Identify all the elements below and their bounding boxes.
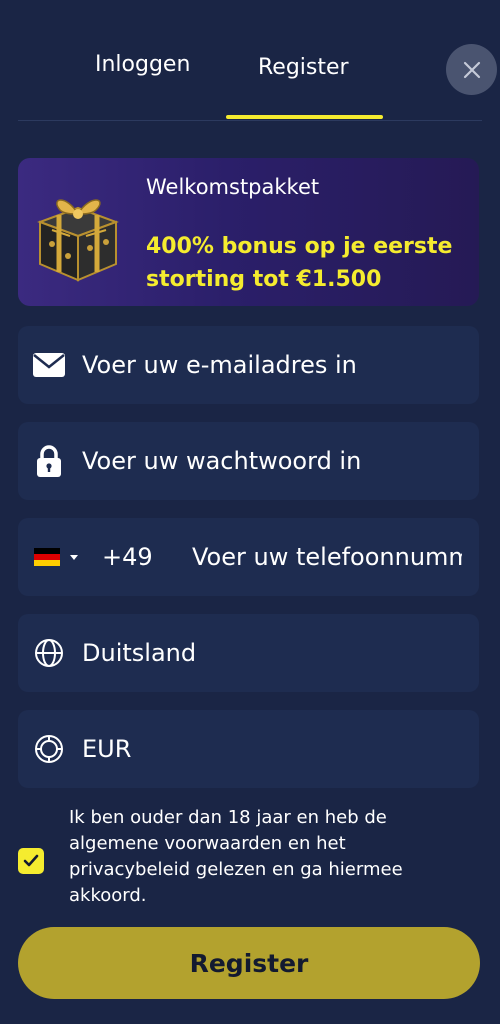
lock-icon (32, 444, 66, 478)
globe-icon (32, 636, 66, 670)
phone-country-selector[interactable]: +49 (34, 518, 153, 596)
email-field[interactable] (18, 326, 479, 404)
check-icon (23, 854, 39, 867)
currency-value: EUR (82, 735, 132, 763)
password-input[interactable] (82, 422, 462, 500)
phone-input[interactable] (192, 518, 462, 596)
register-submit-button[interactable]: Register (18, 927, 480, 999)
terms-agreement: Ik ben ouder dan 18 jaar en heb de algem… (18, 805, 480, 915)
password-field[interactable] (18, 422, 479, 500)
register-page: Inloggen Register Welkomstpakket 400% bo… (0, 0, 500, 1024)
tab-login[interactable]: Inloggen (95, 52, 190, 77)
promo-bonus-text: 400% bonus op je eerste storting tot €1.… (146, 230, 452, 296)
currency-select[interactable]: EUR (18, 710, 479, 788)
auth-tabs: Inloggen Register (18, 0, 497, 121)
close-button[interactable] (446, 44, 497, 95)
promo-bonus-line-1: 400% bonus op je eerste (146, 234, 453, 259)
phone-dial-code: +49 (102, 543, 153, 571)
close-icon (463, 61, 480, 78)
terms-checkbox[interactable] (18, 848, 44, 874)
tab-register[interactable]: Register (258, 55, 349, 80)
germany-flag-icon (34, 548, 60, 566)
country-value: Duitsland (82, 639, 197, 667)
gift-box-icon (37, 199, 119, 282)
country-select[interactable]: Duitsland (18, 614, 479, 692)
envelope-icon (32, 348, 66, 382)
chevron-down-icon (70, 554, 78, 560)
email-input[interactable] (82, 326, 462, 404)
active-tab-indicator (226, 115, 383, 119)
terms-text: Ik ben ouder dan 18 jaar en heb de algem… (69, 807, 403, 906)
welcome-promo-banner[interactable]: Welkomstpakket 400% bonus op je eerste s… (18, 158, 479, 306)
currency-icon (32, 732, 66, 766)
phone-field[interactable]: +49 (18, 518, 479, 596)
promo-title: Welkomstpakket (146, 175, 320, 199)
promo-bonus-line-2: storting tot €1.500 (146, 267, 382, 292)
